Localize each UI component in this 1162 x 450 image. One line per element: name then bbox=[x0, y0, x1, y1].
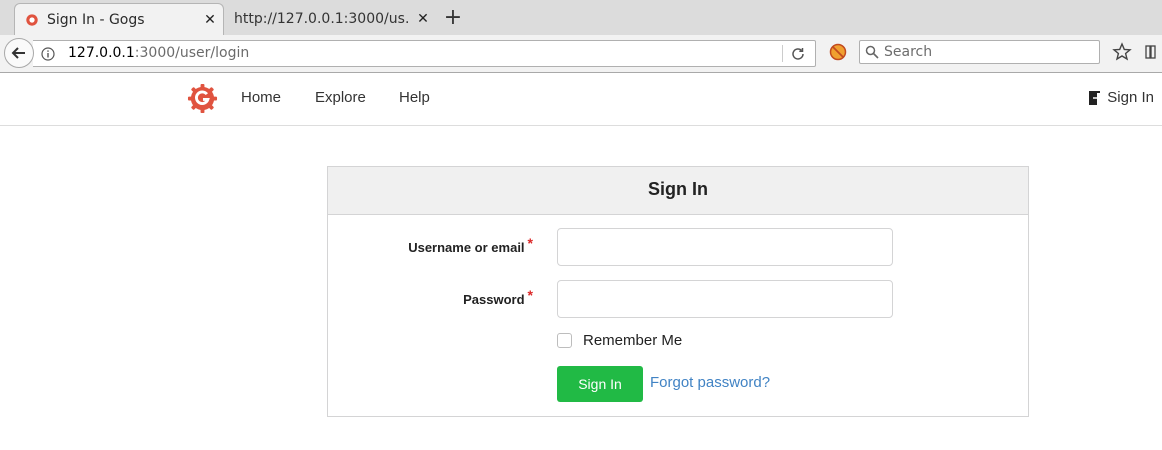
required-mark: * bbox=[527, 235, 533, 251]
remember-me-toggle[interactable]: Remember Me bbox=[557, 332, 682, 349]
search-box[interactable] bbox=[859, 40, 1100, 64]
sign-in-icon bbox=[1089, 90, 1102, 105]
tab-close-icon[interactable]: ✕ bbox=[197, 12, 223, 28]
remember-me-label: Remember Me bbox=[583, 332, 683, 349]
search-icon bbox=[865, 45, 879, 59]
extension-icon[interactable] bbox=[829, 43, 847, 61]
address-bar[interactable]: 127.0.0.1:3000/user/login bbox=[33, 40, 816, 67]
search-input[interactable] bbox=[884, 43, 1084, 61]
library-icon[interactable] bbox=[1144, 43, 1162, 61]
header-sign-in-link[interactable]: Sign In bbox=[1088, 89, 1154, 106]
username-label-text: Username or email bbox=[408, 240, 525, 255]
password-field[interactable] bbox=[557, 280, 893, 318]
new-tab-icon[interactable]: + bbox=[441, 5, 465, 31]
url-text: 127.0.0.1:3000/user/login bbox=[68, 41, 249, 66]
username-label: Username or email * bbox=[408, 235, 533, 255]
forgot-password-link[interactable]: Forgot password? bbox=[650, 374, 770, 391]
url-divider bbox=[782, 45, 783, 62]
tab-strip: Sign In - Gogs ✕ http://127.0.0.1:3000/u… bbox=[0, 0, 1162, 36]
nav-explore-link[interactable]: Explore bbox=[315, 89, 366, 106]
nav-help-link[interactable]: Help bbox=[399, 89, 430, 106]
tab-sign-in[interactable]: Sign In - Gogs ✕ bbox=[14, 3, 224, 35]
reload-icon[interactable] bbox=[790, 46, 806, 62]
bookmark-star-icon[interactable] bbox=[1112, 42, 1132, 62]
form-heading: Sign In bbox=[328, 167, 1028, 215]
site-info-icon[interactable] bbox=[41, 47, 55, 61]
nav-home-link[interactable]: Home bbox=[241, 89, 281, 106]
site-header: Home Explore Help Sign In bbox=[0, 73, 1162, 126]
password-label-text: Password bbox=[463, 292, 525, 307]
required-mark: * bbox=[527, 287, 533, 303]
sign-in-button[interactable]: Sign In bbox=[557, 366, 643, 402]
sign-in-form: Sign In Username or email * Password * Rem… bbox=[327, 166, 1029, 417]
tab-title: Sign In - Gogs bbox=[47, 11, 145, 28]
back-arrow-icon bbox=[11, 47, 25, 59]
tab-close-icon[interactable]: ✕ bbox=[410, 11, 436, 27]
back-button[interactable] bbox=[4, 38, 34, 68]
url-path: :3000/user/login bbox=[134, 45, 250, 61]
header-sign-in-label: Sign In bbox=[1107, 89, 1154, 106]
url-host: 127.0.0.1 bbox=[68, 45, 135, 61]
gogs-favicon-icon bbox=[26, 13, 38, 26]
tab-title: http://127.0.0.1:3000/us… bbox=[234, 11, 410, 27]
password-label: Password * bbox=[463, 287, 533, 307]
username-field[interactable] bbox=[557, 228, 893, 266]
tab-url[interactable]: http://127.0.0.1:3000/us… ✕ bbox=[226, 3, 436, 35]
remember-me-checkbox[interactable] bbox=[557, 333, 572, 348]
gogs-logo-icon[interactable] bbox=[187, 83, 218, 114]
